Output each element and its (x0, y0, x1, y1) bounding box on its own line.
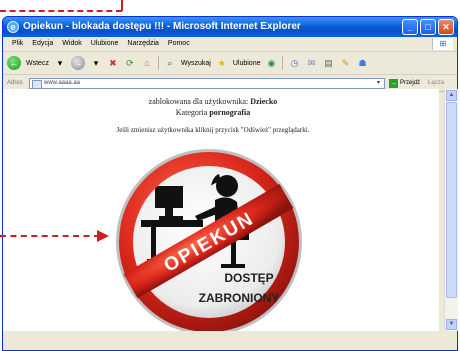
menu-bar: Plik Edycja Widok Ulubione Narzędzia Pomoc ⊞ (3, 37, 457, 52)
search-icon[interactable]: ⌕ (164, 57, 176, 69)
back-button-label[interactable]: Wstecz (26, 60, 49, 67)
links-label[interactable]: Łącza (428, 80, 444, 86)
go-button[interactable]: → Przejdź (389, 78, 421, 88)
title-bar[interactable]: e Opiekun - blokada dostępu !!! - Micros… (3, 17, 457, 37)
annotation-arrow-icon (97, 230, 109, 242)
blocked-prefix: zablokowana dla użytkownika: (148, 97, 249, 106)
windows-logo-icon: ⊞ (432, 38, 453, 50)
scroll-down-icon[interactable]: ▼ (446, 319, 457, 330)
access-denied-sign: OPIEKUN DOSTĘP ZABRONIONY (116, 149, 302, 331)
monitor-stand-shape (165, 208, 173, 216)
refresh-hint: Jeśli zmienisz użytkownika kliknij przyc… (116, 126, 310, 134)
address-input[interactable]: www.aaaa.aa ▾ (29, 77, 385, 89)
window-controls: _ □ ✕ (402, 19, 454, 35)
refresh-icon[interactable]: ⟳ (124, 57, 136, 69)
ie-logo-icon: e (7, 21, 19, 33)
maximize-button[interactable]: □ (420, 19, 436, 35)
category-line: Kategoria pornografia (3, 108, 423, 117)
menu-view[interactable]: Widok (62, 40, 81, 47)
chevron-down-icon[interactable]: ▾ (374, 79, 383, 88)
sign-line2-text: ZABRONIONY (199, 291, 280, 305)
desk-shape (141, 220, 203, 227)
sign-line1-text: DOSTĘP (224, 271, 273, 285)
toolbar: ← Wstecz ▾ → ▾ ✖ ⟳ ⌂ ⌕ Wyszukaj ★ Ulubio… (3, 52, 457, 75)
mail-icon[interactable]: ✉ (305, 57, 317, 69)
scroll-thumb[interactable] (446, 102, 457, 298)
scroll-up-icon[interactable]: ▲ (446, 90, 457, 101)
stop-icon[interactable]: ✖ (107, 57, 119, 69)
go-arrow-icon: → (389, 78, 398, 88)
chair-base-shape (221, 264, 245, 268)
annotation-dash-top (0, 10, 122, 12)
dropdown-arrow-icon[interactable]: ▾ (90, 57, 102, 69)
go-button-label: Przejdź (400, 80, 421, 86)
vertical-scrollbar[interactable]: ▲ ▼ (444, 89, 458, 331)
address-value: www.aaaa.aa (44, 79, 81, 86)
page-icon (32, 79, 42, 89)
monitor-icon (155, 186, 183, 208)
home-icon[interactable]: ⌂ (141, 57, 153, 69)
minimize-button[interactable]: _ (402, 19, 418, 35)
annotation-dash-top-vertical (121, 0, 123, 11)
address-label: Adres (7, 80, 23, 86)
page-content: zablokowana dla użytkownika: Dziecko Kat… (3, 89, 439, 331)
menu-edit[interactable]: Edycja (32, 40, 53, 47)
close-button[interactable]: ✕ (438, 19, 454, 35)
forward-arrow-icon[interactable]: → (70, 56, 85, 70)
window-title: Opiekun - blokada dostępu !!! - Microsof… (23, 21, 301, 32)
annotation-dash-left (0, 235, 100, 237)
blocked-user: Dziecko (250, 97, 278, 106)
print-icon[interactable]: ▤ (322, 57, 334, 69)
messenger-icon[interactable]: ☗ (356, 57, 368, 69)
menu-file[interactable]: Plik (12, 40, 23, 47)
category-value: pornografia (209, 108, 251, 117)
favorites-button-label[interactable]: Ulubione (233, 60, 261, 67)
media-icon[interactable]: ◉ (265, 57, 277, 69)
menu-tools[interactable]: Narzędzia (127, 40, 159, 47)
history-icon[interactable]: ◷ (288, 57, 300, 69)
blocked-user-line: zablokowana dla użytkownika: Dziecko (3, 97, 423, 106)
toolbar-separator (282, 56, 284, 70)
dropdown-arrow-icon[interactable]: ▾ (54, 57, 66, 69)
category-prefix: Kategoria (175, 108, 208, 117)
chair-leg-shape (231, 240, 236, 266)
toolbar-separator (157, 56, 159, 70)
favorites-star-icon[interactable]: ★ (216, 57, 228, 69)
back-arrow-icon[interactable]: ← (7, 56, 21, 70)
menu-help[interactable]: Pomoc (168, 40, 190, 47)
keyboard-shape (159, 216, 183, 220)
edit-icon[interactable]: ✎ (339, 57, 351, 69)
search-button-label[interactable]: Wyszukaj (181, 60, 211, 67)
menu-favorites[interactable]: Ulubione (91, 40, 119, 47)
